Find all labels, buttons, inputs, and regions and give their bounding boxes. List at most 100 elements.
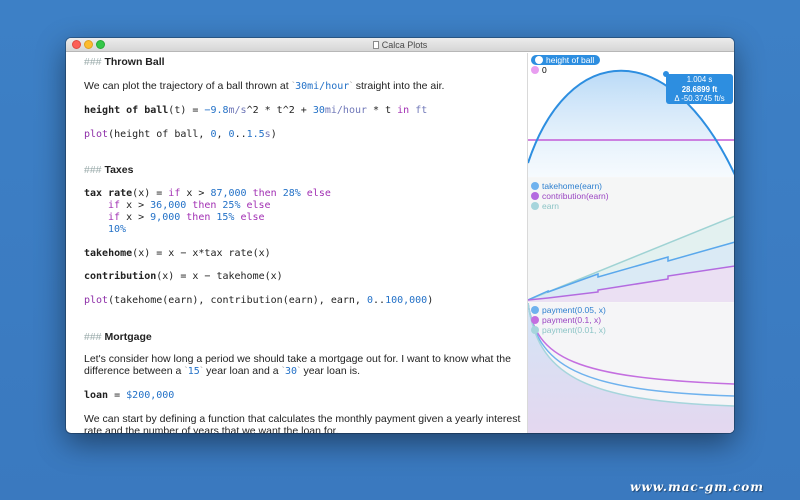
equation-tax-rate-4: 10% <box>108 223 126 236</box>
heading-thrown-ball: ### Thrown Ball <box>84 56 165 69</box>
number: 15% <box>216 212 235 223</box>
text: Let's consider how long a period we shou… <box>84 353 511 365</box>
number: −9.8 <box>204 105 229 116</box>
code: .. <box>234 129 247 140</box>
number: $200,000 <box>126 390 175 401</box>
code: x > <box>120 200 151 211</box>
equation-height-of-ball: height of ball(t) = −9.8m/s^2 * t^2 + 30… <box>84 104 427 117</box>
code: ) <box>270 129 277 140</box>
legend-item-earn[interactable]: earn <box>531 201 609 211</box>
text: difference between a <box>84 365 185 377</box>
number: 25% <box>222 200 241 211</box>
plot-height-of-ball[interactable]: height of ball 0 1.004 s 28.6899 ft Δ -5… <box>528 53 734 177</box>
text: We can plot the trajectory of a ball thr… <box>84 80 292 92</box>
unit: m/s <box>228 105 247 116</box>
number: 100,000 <box>385 295 428 306</box>
title-bar: Calca Plots <box>66 38 734 52</box>
legend-item-takehome[interactable]: takehome(earn) <box>531 181 609 191</box>
legend-mortgage: payment(0.05, x) payment(0.1, x) payment… <box>531 305 606 335</box>
code: ) <box>427 295 434 306</box>
legend-label: payment(0.1, x) <box>542 315 602 325</box>
code: * t <box>367 105 398 116</box>
heading-text: Taxes <box>104 164 134 176</box>
paragraph-mortgage-2b: rate and the number of years that we wan… <box>84 425 339 433</box>
keyword: else <box>300 188 331 199</box>
keyword: then <box>246 188 283 199</box>
legend-swatch <box>531 202 539 210</box>
text: year loan is. <box>300 365 361 377</box>
paragraph-thrown-ball: We can plot the trajectory of a ball thr… <box>84 80 445 92</box>
legend-item-payment-005[interactable]: payment(0.05, x) <box>531 305 606 315</box>
legend-label: takehome(earn) <box>542 181 603 191</box>
legend-item-payment-01[interactable]: payment(0.1, x) <box>531 315 606 325</box>
keyword: if <box>168 188 181 199</box>
unit: mi/hour <box>324 105 368 116</box>
equation-loan: loan = $200,000 <box>84 389 174 402</box>
tooltip-time: 1.004 s <box>686 75 713 84</box>
heading-text: Thrown Ball <box>104 56 165 68</box>
number: 9,000 <box>150 212 181 223</box>
text: We can start by defining a function that… <box>84 413 521 425</box>
code: x > <box>180 188 211 199</box>
plot-function: plot <box>84 295 109 306</box>
code: (x) = <box>132 188 169 199</box>
plot-mortgage[interactable]: payment(0.05, x) payment(0.1, x) payment… <box>528 303 734 433</box>
number: 1.5 <box>246 129 265 140</box>
legend-label: contribution(earn) <box>542 191 609 201</box>
window-title: Calca Plots <box>381 40 428 50</box>
heading-marker: ### <box>84 164 102 176</box>
code: , <box>216 129 229 140</box>
legend-swatch <box>531 182 539 190</box>
keyword: then <box>180 212 217 223</box>
legend-label: payment(0.01, x) <box>542 325 606 335</box>
document-editor[interactable]: ### Thrown Ball We can plot the trajecto… <box>66 53 527 433</box>
heading-text: Mortgage <box>104 331 152 343</box>
legend-label: height of ball <box>546 55 595 65</box>
inline-number: 30 <box>295 81 308 92</box>
legend-label: payment(0.05, x) <box>542 305 606 315</box>
legend-swatch <box>535 56 543 64</box>
number: 36,000 <box>150 200 187 211</box>
heading-taxes: ### Taxes <box>84 164 133 177</box>
equation-tax-rate-3: if x > 9,000 then 15% else <box>108 211 265 224</box>
paragraph-mortgage-1b: difference between a `15` year loan and … <box>84 365 361 377</box>
function-name: contribution <box>84 271 157 282</box>
legend-label: earn <box>542 201 560 211</box>
heading-mortgage: ### Mortgage <box>84 331 152 344</box>
plot-tooltip: 1.004 s 28.6899 ft Δ -50.3745 ft/s <box>666 74 733 104</box>
watermark: www.mac-gm.com <box>630 480 764 494</box>
legend-height: height of ball 0 <box>531 55 601 75</box>
plot-command-taxes: plot(takehome(earn), contribution(earn),… <box>84 294 433 307</box>
legend-item-height-of-ball[interactable]: height of ball <box>531 55 601 65</box>
number: 28% <box>282 188 301 199</box>
legend-label: 0 <box>542 65 547 75</box>
legend-item-contribution[interactable]: contribution(earn) <box>531 191 609 201</box>
plot-taxes[interactable]: takehome(earn) contribution(earn) earn <box>528 178 734 302</box>
code: .. <box>373 295 386 306</box>
legend-taxes: takehome(earn) contribution(earn) earn <box>531 181 609 211</box>
keyword: else <box>240 200 271 211</box>
text: rate and the number of years that we wan… <box>84 425 339 433</box>
app-window: Calca Plots ### Thrown Ball We can plot … <box>66 38 734 433</box>
variable-name: loan <box>84 390 109 401</box>
code: (t) = <box>168 105 205 116</box>
code: = <box>108 390 127 401</box>
heading-marker: ### <box>84 56 102 68</box>
legend-item-zero[interactable]: 0 <box>531 65 600 75</box>
window-title-wrap: Calca Plots <box>66 39 734 51</box>
function-name: height of ball <box>84 105 169 116</box>
inline-unit: mi/hour <box>307 81 350 92</box>
tooltip-delta: Δ -50.3745 ft/s <box>674 94 725 103</box>
document-icon <box>372 41 379 49</box>
legend-swatch <box>531 192 539 200</box>
function-name: takehome <box>84 248 133 259</box>
keyword: if <box>108 212 121 223</box>
code: (x) = x − x*tax rate(x) <box>132 248 271 259</box>
unit: ft <box>409 105 428 116</box>
legend-item-payment-001[interactable]: payment(0.01, x) <box>531 325 606 335</box>
heading-marker: ### <box>84 331 102 343</box>
inline-number: 15 <box>187 366 200 377</box>
plot-command-height: plot(height of ball, 0, 0..1.5s) <box>84 128 277 141</box>
keyword: then <box>186 200 223 211</box>
keyword: if <box>108 200 121 211</box>
